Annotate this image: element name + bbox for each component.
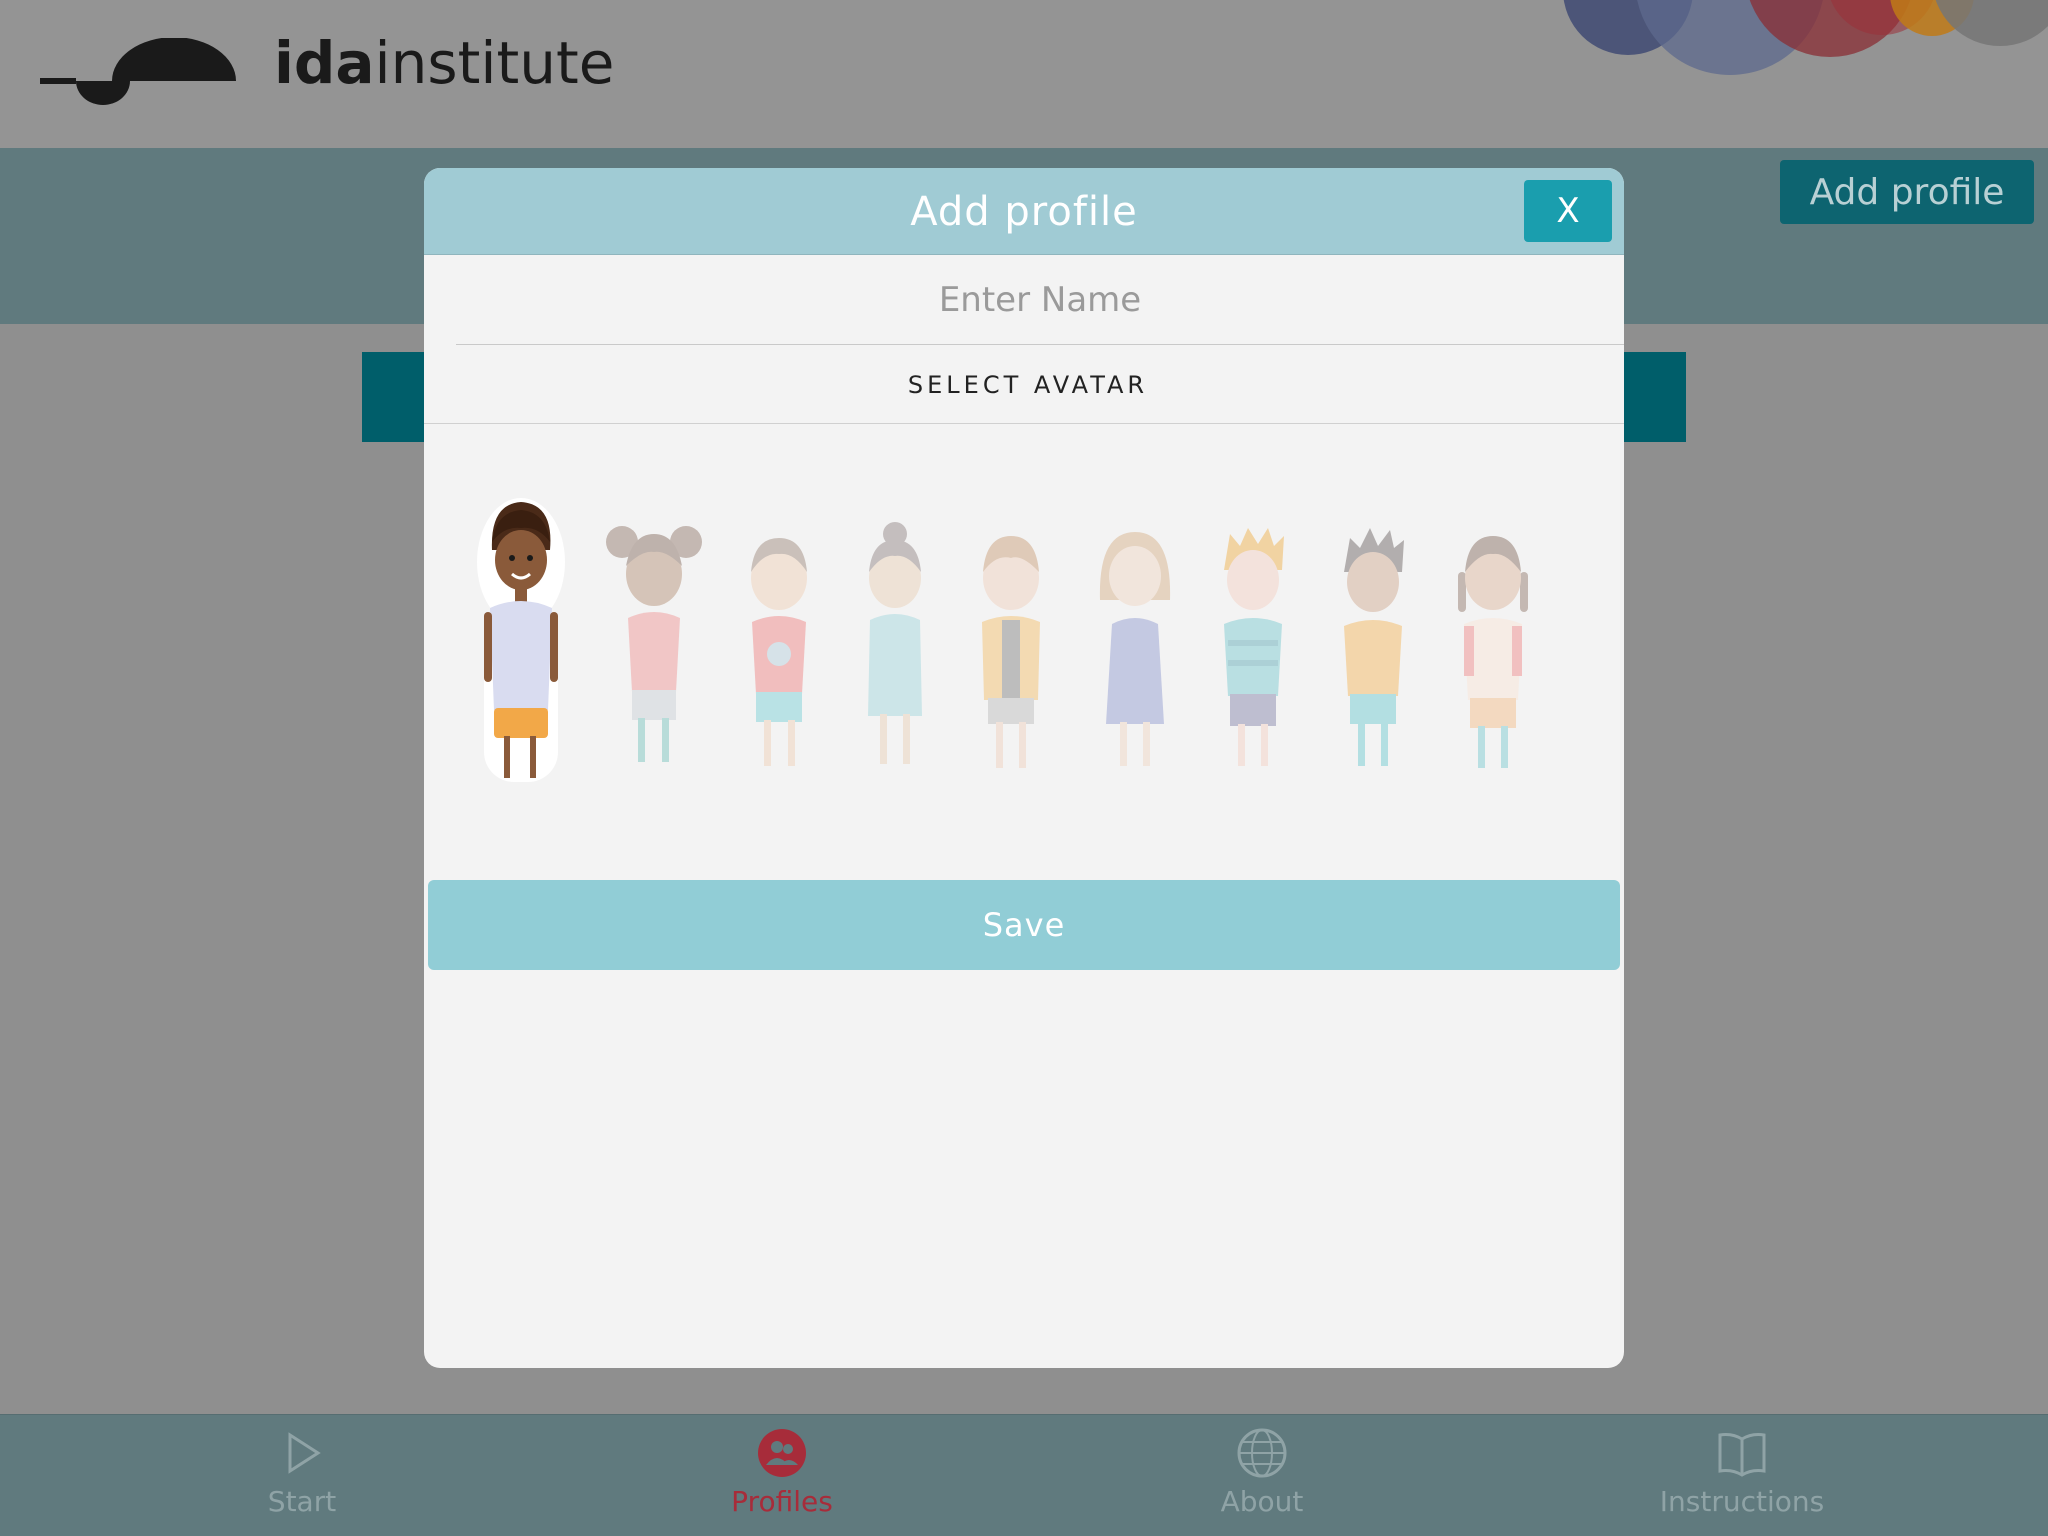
tab-profiles[interactable]: Profiles (542, 1415, 1022, 1536)
logo-mark-icon (40, 38, 236, 105)
tab-start[interactable]: Start (62, 1415, 542, 1536)
close-button[interactable]: X (1524, 180, 1612, 242)
app-header: idainstitute (0, 0, 2048, 148)
modal-header: Add profile X (424, 168, 1624, 255)
add-profile-button[interactable]: Add profile (1780, 160, 2034, 224)
logo-wordmark: idainstitute (274, 29, 615, 97)
ida-institute-logo: idainstitute (38, 34, 638, 114)
tab-about[interactable]: About (1022, 1415, 1502, 1536)
tab-instructions-label: Instructions (1659, 1485, 1825, 1518)
modal-title: Add profile (910, 188, 1138, 235)
select-avatar-label: SELECT AVATAR (424, 346, 1624, 424)
add-profile-modal: Add profile X SELECT AVATAR (424, 168, 1624, 1368)
profiles-icon (758, 1429, 806, 1477)
bottom-tab-bar: Start Profiles About Instructions (0, 1414, 2048, 1536)
play-icon (288, 1432, 321, 1474)
avatar-girl-pigtail-buns[interactable] (604, 522, 704, 772)
avatar-boy-spiky-dark[interactable] (1328, 520, 1418, 776)
book-icon (1718, 1433, 1766, 1477)
avatar-boy-vest[interactable] (966, 524, 1056, 776)
app-root: idainstitute Add profile Add profile X S… (0, 0, 2048, 1536)
globe-icon (1237, 1428, 1287, 1478)
name-input[interactable] (456, 256, 1624, 345)
save-button[interactable]: Save (428, 880, 1620, 970)
decorative-bubbles (1528, 0, 2048, 80)
avatar-girl-round-shirt[interactable] (734, 526, 824, 776)
tab-about-label: About (1220, 1485, 1304, 1518)
avatar-girl-long-hair-dress[interactable] (1090, 520, 1180, 776)
avatar-boy-blond-spiky[interactable] (1208, 520, 1298, 776)
avatar-girl-braids[interactable] (1448, 522, 1538, 776)
tab-instructions[interactable]: Instructions (1502, 1415, 1982, 1536)
tab-start-label: Start (267, 1485, 337, 1518)
tab-profiles-label: Profiles (731, 1485, 833, 1518)
avatar-boy-curly-hair[interactable] (476, 492, 566, 792)
avatar-picker (424, 498, 1624, 818)
avatar-girl-bun-dress[interactable] (850, 520, 940, 776)
